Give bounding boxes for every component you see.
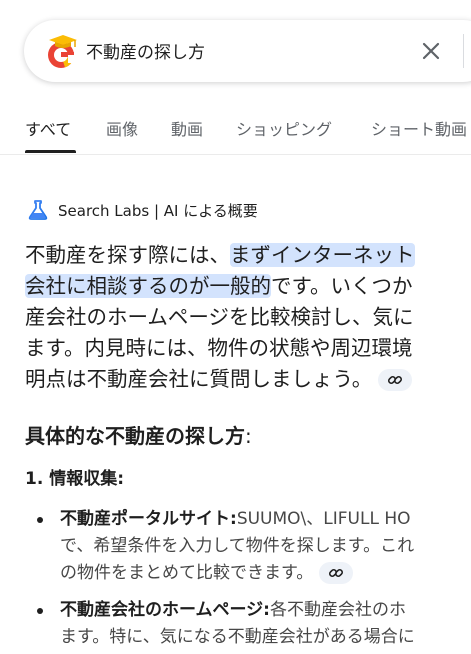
- summary-line: 会社に相談するのが一般的です。いくつか: [25, 271, 471, 302]
- search-bar-divider: [463, 34, 464, 68]
- list-item-line: ます。特に、気になる不動産会社がある場合に: [60, 627, 415, 647]
- highlighted-text: 会社に相談するのが一般的: [25, 274, 271, 298]
- flask-icon: [28, 200, 48, 220]
- search-tabs: すべて 画像 動画 ショッピング ショート動画: [0, 106, 471, 155]
- list-item-text: SUUMO\、LIFULL HO: [236, 509, 411, 529]
- search-bar[interactable]: 不動産の探し方: [24, 20, 471, 82]
- close-icon: [422, 42, 440, 60]
- link-icon: [388, 375, 403, 385]
- ai-overview-header: Search Labs | AI による概要: [27, 198, 258, 222]
- ai-overview-label: Search Labs | AI による概要: [58, 201, 258, 220]
- source-link-chip[interactable]: [378, 369, 413, 391]
- list-item-title: 不動産会社のホームページ:: [60, 600, 270, 620]
- google-doodle-logo-icon[interactable]: [43, 31, 79, 71]
- section-heading-colon: :: [245, 424, 252, 448]
- bullet-icon: [37, 608, 43, 614]
- summary-text: です。いくつか: [271, 274, 413, 298]
- highlighted-text: まずインターネット: [230, 243, 415, 267]
- summary-line: 不動産を探す際には、まずインターネット: [25, 240, 471, 271]
- ai-overview-summary: 不動産を探す際には、まずインターネット 会社に相談するのが一般的です。いくつか …: [25, 240, 471, 395]
- list-item-line: で、希望条件を入力して物件を探します。これ: [60, 536, 415, 556]
- list-item-line: の物件をまとめて比較できます。: [60, 560, 471, 587]
- list-item-line: 不動産ポータルサイト:SUUMO\、LIFULL HO: [60, 506, 471, 533]
- summary-text: 不動産を探す際には、: [25, 243, 230, 267]
- link-icon: [329, 568, 344, 578]
- section-heading-text: 具体的な不動産の探し方: [25, 424, 245, 448]
- tab-videos[interactable]: 動画: [171, 116, 203, 140]
- bullet-icon: [37, 517, 43, 523]
- search-input[interactable]: 不動産の探し方: [86, 38, 205, 63]
- active-tab-indicator: [25, 150, 76, 153]
- tab-images[interactable]: 画像: [106, 116, 138, 140]
- tab-shopping[interactable]: ショッピング: [236, 116, 332, 140]
- clear-search-button[interactable]: [418, 38, 444, 64]
- section-heading: 具体的な不動産の探し方:: [25, 420, 252, 449]
- tab-all[interactable]: すべて: [25, 116, 71, 140]
- list-item: 不動産会社のホームページ:各不動産会社のホ ます。特に、気になる不動産会社がある…: [60, 597, 471, 651]
- list-item-line: 不動産会社のホームページ:各不動産会社のホ: [60, 597, 471, 624]
- step-heading: 1. 情報収集:: [25, 469, 125, 489]
- list-item-text: 各不動産会社のホ: [269, 600, 406, 620]
- summary-line: 産会社のホームページを比較検討し、気に: [25, 305, 414, 329]
- summary-text: 明点は不動産会社に質問しましょう。: [25, 367, 373, 391]
- page: 不動産の探し方 すべて 画像 動画 ショッピング ショート動画 Search L…: [0, 0, 471, 654]
- summary-line: 明点は不動産会社に質問しましょう。: [25, 364, 471, 395]
- list-item-text: の物件をまとめて比較できます。: [60, 563, 314, 583]
- list-item: 不動産ポータルサイト:SUUMO\、LIFULL HO で、希望条件を入力して物…: [60, 506, 471, 587]
- summary-line: ます。内見時には、物件の状態や周辺環境: [25, 336, 413, 360]
- source-link-chip[interactable]: [319, 562, 354, 584]
- list-item-title: 不動産ポータルサイト:: [60, 509, 237, 529]
- tab-short-videos[interactable]: ショート動画: [371, 116, 467, 140]
